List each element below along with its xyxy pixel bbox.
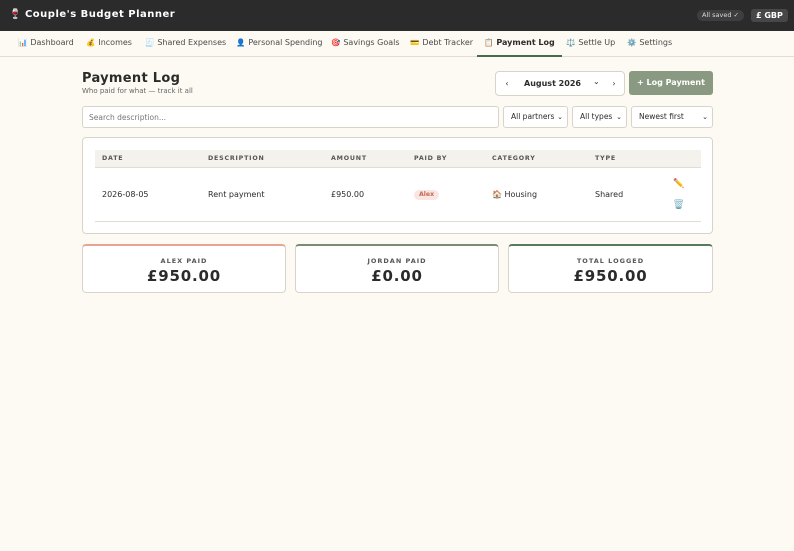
stat-value: £0.00 (371, 267, 423, 285)
type-filter-value: All types (580, 112, 613, 121)
nav-tab-settle-up[interactable]: ⚖️ Settle Up (566, 31, 615, 57)
row-type: Shared (595, 190, 624, 199)
next-month-button[interactable]: › (607, 72, 621, 95)
type-filter-select[interactable]: All types ⌄ (572, 106, 627, 128)
payment-table-card: DATE DESCRIPTION AMOUNT PAID BY CATEGORY… (82, 137, 713, 234)
nav-tab-label: Personal Spending (248, 38, 323, 47)
search-input[interactable] (82, 106, 499, 128)
trash-icon[interactable]: 🗑️ (673, 200, 684, 210)
column-header-paid-by: PAID BY (414, 155, 448, 162)
nav-tab-label: Payment Log (496, 38, 555, 47)
sort-value: Newest first (639, 112, 684, 121)
credit-card-icon: 💳 (410, 38, 420, 47)
nav-tab-label: Settings (639, 38, 673, 47)
stat-value: £950.00 (147, 267, 221, 285)
nav-tab-label: Settle Up (578, 38, 616, 47)
page-title: Payment Log (82, 71, 181, 86)
column-header-type: TYPE (595, 155, 616, 162)
partner-filter-select[interactable]: All partners ⌄ (503, 106, 568, 128)
money-bag-icon: 💰 (86, 38, 96, 47)
stat-label: TOTAL LOGGED (576, 257, 645, 265)
nav-tab-incomes[interactable]: 💰 Incomes (86, 31, 132, 57)
receipt-icon: 🧾 (145, 38, 155, 47)
nav-tab-payment-log[interactable]: 📋 Payment Log (477, 31, 562, 57)
paid-by-badge: Alex (414, 190, 440, 200)
stat-card-jordan-paid: JORDAN PAID £0.00 (295, 244, 499, 293)
chevron-down-icon: ⌄ (557, 113, 563, 121)
app-logo-icon: 🍷 (9, 9, 22, 20)
month-picker: ‹ August 2026 ⌄ › (495, 71, 625, 96)
nav-tab-label: Dashboard (30, 38, 74, 47)
nav-tab-label: Savings Goals (343, 38, 400, 47)
nav-tab-debt-tracker[interactable]: 💳 Debt Tracker (410, 31, 473, 57)
table-row: 2026-08-05 Rent payment £950.00 Alex 🏠 H… (95, 169, 701, 222)
stat-label: JORDAN PAID (367, 257, 427, 265)
table-header: DATE DESCRIPTION AMOUNT PAID BY CATEGORY… (95, 150, 701, 168)
target-icon: 🎯 (331, 38, 341, 47)
currency-button[interactable]: £ GBP (751, 9, 788, 22)
row-description: Rent payment (208, 190, 265, 199)
column-header-description: DESCRIPTION (208, 155, 265, 162)
row-date: 2026-08-05 (102, 190, 149, 199)
chart-icon: 📊 (18, 38, 28, 47)
gear-icon: ⚙️ (627, 38, 637, 47)
edit-icon[interactable]: ✏️ (673, 179, 684, 189)
nav-tab-savings-goals[interactable]: 🎯 Savings Goals (331, 31, 400, 57)
stat-card-alex-paid: ALEX PAID £950.00 (82, 244, 286, 293)
row-category-label: Housing (504, 190, 538, 199)
row-category: 🏠 Housing (492, 190, 537, 199)
save-status-badge: All saved ✓ (697, 10, 744, 21)
nav-tab-personal-spending[interactable]: 👤 Personal Spending (236, 31, 323, 57)
column-header-amount: AMOUNT (331, 155, 367, 162)
scales-icon: ⚖️ (566, 38, 576, 47)
sort-select[interactable]: Newest first ⌄ (631, 106, 713, 128)
stat-value: £950.00 (573, 267, 648, 285)
stat-card-total-logged: TOTAL LOGGED £950.00 (508, 244, 713, 293)
column-header-date: DATE (102, 155, 124, 162)
chevron-down-icon: ⌄ (702, 113, 708, 121)
nav-tab-label: Debt Tracker (422, 38, 474, 47)
nav-tab-label: Incomes (98, 38, 132, 47)
nav-tab-shared-expenses[interactable]: 🧾 Shared Expenses (145, 31, 226, 57)
page-subtitle: Who paid for what — track it all (82, 87, 193, 95)
prev-month-button[interactable]: ‹ (500, 72, 514, 95)
chevron-down-icon: ⌄ (616, 113, 622, 121)
house-icon: 🏠 (492, 190, 502, 199)
nav-tab-settings[interactable]: ⚙️ Settings (627, 31, 672, 57)
nav-tab-label: Shared Expenses (157, 38, 227, 47)
person-icon: 👤 (236, 38, 246, 47)
app-brand: 🍷 Couple's Budget Planner (9, 9, 175, 20)
partner-filter-value: All partners (511, 112, 555, 121)
clipboard-icon: 📋 (484, 38, 494, 47)
top-bar: 🍷 Couple's Budget Planner All saved ✓ £ G… (0, 0, 794, 31)
nav-tab-dashboard[interactable]: 📊 Dashboard (18, 31, 74, 57)
stat-label: ALEX PAID (160, 257, 208, 265)
column-header-category: CATEGORY (492, 155, 536, 162)
month-select[interactable]: August 2026 (524, 79, 581, 88)
row-amount: £950.00 (331, 190, 365, 199)
chevron-down-icon[interactable]: ⌄ (593, 77, 600, 86)
main-nav: 📊 Dashboard 💰 Incomes 🧾 Shared Expenses 👤 Pe… (0, 31, 794, 57)
log-payment-button[interactable]: + Log Payment (629, 71, 713, 95)
app-title: Couple's Budget Planner (24, 9, 176, 20)
